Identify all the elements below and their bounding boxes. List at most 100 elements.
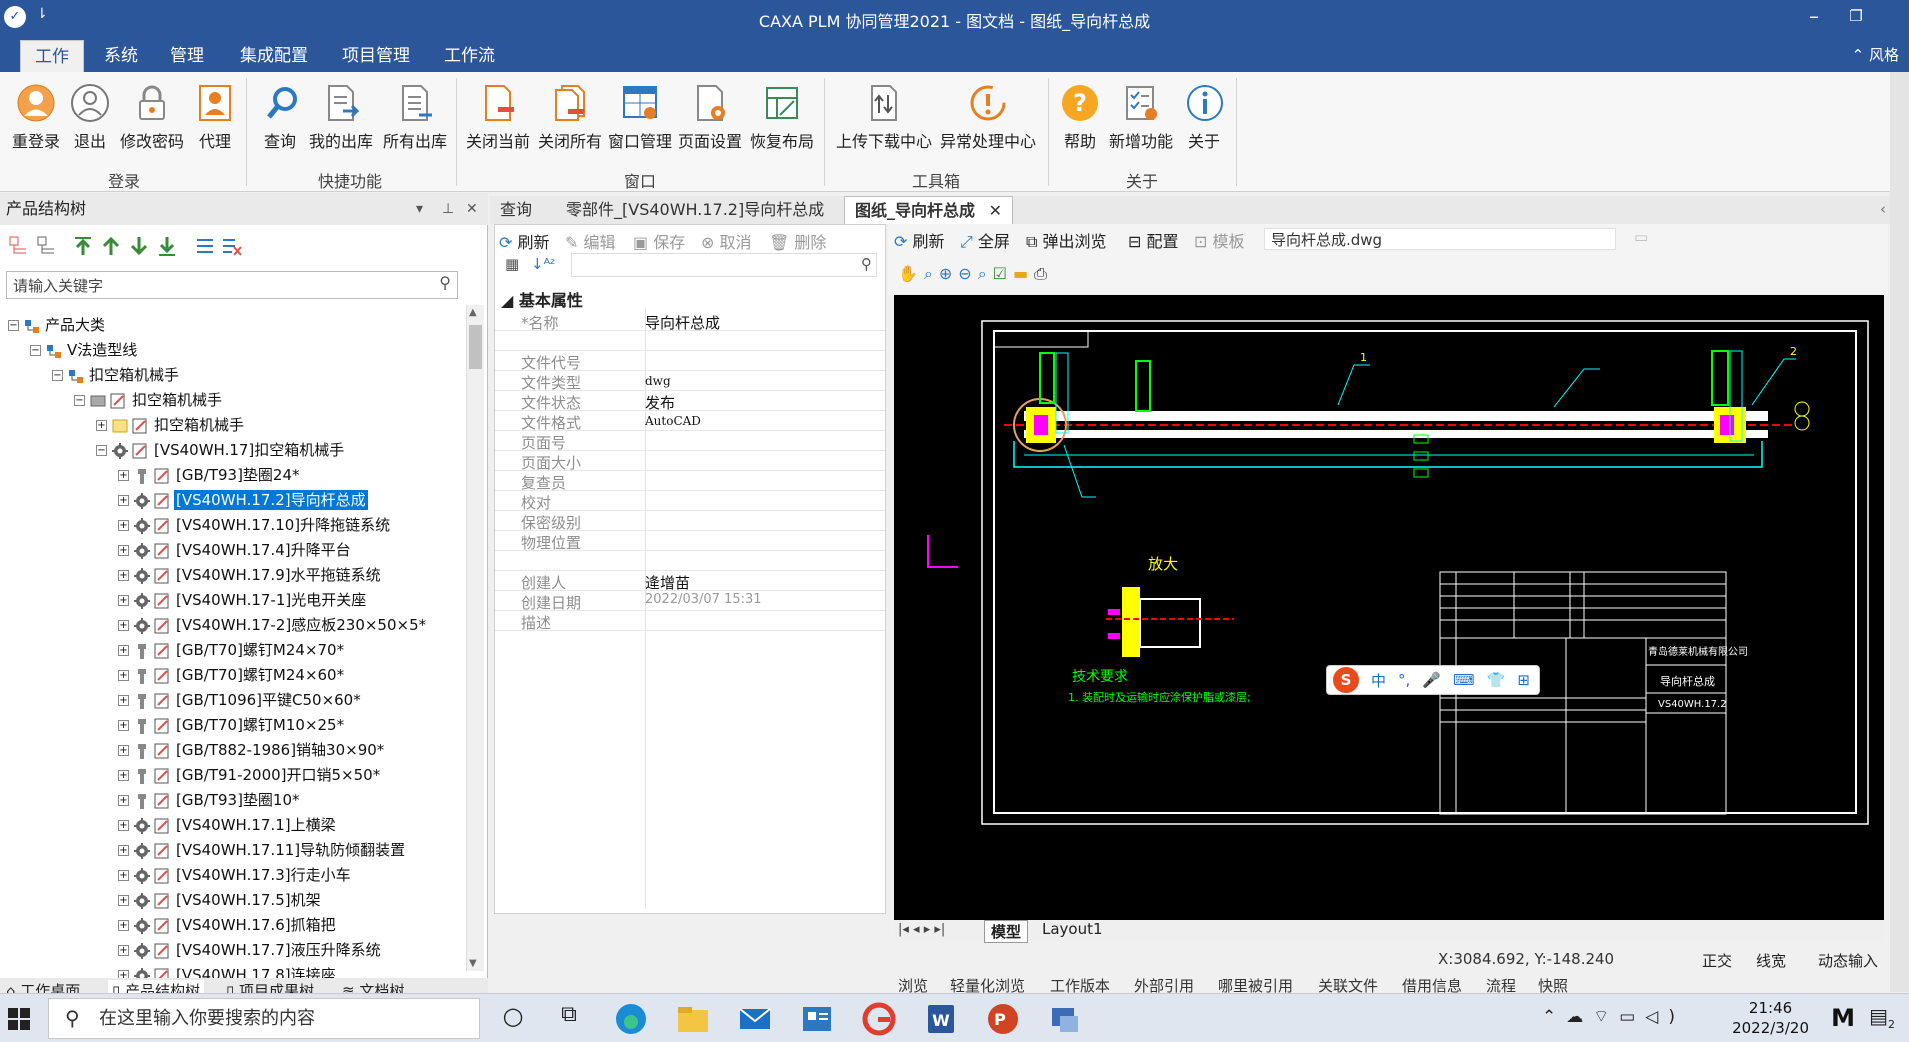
tree-scrollbar[interactable]: ▲ ▼ xyxy=(466,305,484,971)
tree-node[interactable]: + [VS40WH.17.11]导轨防倾翻装置 xyxy=(118,838,407,862)
close-icon[interactable]: ✕ xyxy=(466,193,478,225)
tree-expand-icon[interactable] xyxy=(8,235,30,257)
tab-project[interactable]: 项目管理 xyxy=(328,40,424,72)
tree-node[interactable]: − [VS40WH.17]扣空箱机械手 xyxy=(96,438,346,462)
my-checkout-button[interactable]: 我的出库 xyxy=(306,82,376,152)
property-row[interactable]: 创建人 逄增苗 xyxy=(495,571,885,592)
search-icon[interactable]: ⚲ xyxy=(439,273,451,292)
tree-node[interactable]: + [VS40WH.17-1]光电开关座 xyxy=(118,588,368,612)
property-row[interactable]: 文件代号 xyxy=(495,351,885,372)
measure-icon[interactable]: ▬ xyxy=(1013,264,1028,290)
pin-icon[interactable]: ⊥ xyxy=(442,193,454,225)
property-row[interactable]: 物理位置 xyxy=(495,531,885,552)
microphone-icon[interactable]: 🎤 xyxy=(1422,671,1441,689)
ime-punct-icon[interactable]: °, xyxy=(1398,671,1410,689)
expand-toggle-icon[interactable]: + xyxy=(118,795,129,806)
exception-center-button[interactable]: 异常处理中心 xyxy=(938,82,1038,152)
expand-toggle-icon[interactable]: + xyxy=(118,645,129,656)
edit-button[interactable]: ✎ 编辑 xyxy=(565,229,616,253)
property-row[interactable]: 复查员 xyxy=(495,471,885,492)
zoom-out-icon[interactable]: ⊖ xyxy=(958,264,971,290)
all-checkout-button[interactable]: 所有出库 xyxy=(380,82,450,152)
expand-toggle-icon[interactable]: + xyxy=(118,770,129,781)
tree-node[interactable]: + [VS40WH.17.4]升降平台 xyxy=(118,538,353,562)
property-row[interactable]: *名称 导向杆总成 xyxy=(495,311,885,332)
category-view-icon[interactable]: ▦ xyxy=(505,255,519,273)
tab-integration[interactable]: 集成配置 xyxy=(226,40,322,72)
delete-button[interactable]: 🗑 删除 xyxy=(769,229,826,253)
ime-chinese[interactable]: 中 xyxy=(1371,670,1386,691)
refresh-button[interactable]: ⟳ 刷新 xyxy=(499,229,550,253)
logout-button[interactable]: 退出 xyxy=(68,82,112,152)
property-row[interactable]: 页面号 xyxy=(495,431,885,452)
word-icon[interactable]: W xyxy=(924,1002,958,1036)
property-search-input[interactable]: ⚲ xyxy=(571,253,877,277)
about-button[interactable]: 关于 xyxy=(1184,82,1224,152)
tree-node[interactable]: − 扣空箱机械手 xyxy=(52,363,181,387)
tree-node[interactable]: − 扣空箱机械手 xyxy=(74,388,224,412)
move-bottom-icon[interactable] xyxy=(156,235,178,257)
collapse-icon[interactable]: ‹ xyxy=(1880,200,1886,218)
tree-node[interactable]: + [VS40WH.17.10]升降拖链系统 xyxy=(118,513,392,537)
caxa-icon[interactable] xyxy=(862,1002,896,1036)
expand-toggle-icon[interactable]: + xyxy=(96,420,107,431)
property-row[interactable] xyxy=(495,331,885,351)
expand-toggle-icon[interactable]: + xyxy=(118,545,129,556)
close-current-button[interactable]: 关闭当前 xyxy=(464,82,532,152)
expand-toggle-icon[interactable]: + xyxy=(118,945,129,956)
print-icon[interactable]: ⎙ xyxy=(1034,264,1047,290)
expand-toggle-icon[interactable]: − xyxy=(74,395,85,406)
restore-icon[interactable]: ❐ xyxy=(1836,7,1876,25)
tree-node[interactable]: + [GB/T70]螺钉M24×60* xyxy=(118,663,346,687)
windows-start-icon[interactable] xyxy=(8,1008,30,1030)
relogin-button[interactable]: 重登录 xyxy=(8,82,64,152)
tab-part[interactable]: 零部件_[VS40WH.17.2]导向杆总成 xyxy=(556,196,834,224)
expand-toggle-icon[interactable]: + xyxy=(118,670,129,681)
cancel-button[interactable]: ⊗ 取消 xyxy=(701,229,752,253)
move-down-icon[interactable] xyxy=(128,235,150,257)
tree-node[interactable]: + [GB/T70]螺钉M10×25* xyxy=(118,713,346,737)
move-top-icon[interactable] xyxy=(72,235,94,257)
tree-node[interactable]: + 扣空箱机械手 xyxy=(96,413,246,437)
edge-icon[interactable] xyxy=(614,1002,648,1036)
expand-toggle-icon[interactable]: + xyxy=(118,470,129,481)
zoom-window-icon[interactable]: ⌕ xyxy=(978,264,987,290)
tree-collapse-icon[interactable] xyxy=(36,235,58,257)
clock[interactable]: 21:46 2022/3/20 xyxy=(1732,998,1809,1038)
expand-toggle-icon[interactable]: + xyxy=(118,495,129,506)
expand-toggle-icon[interactable]: − xyxy=(52,370,63,381)
style-menu[interactable]: ⌃ 风格 xyxy=(1852,44,1899,65)
expand-toggle-icon[interactable]: − xyxy=(30,345,41,356)
property-row[interactable]: 保密级别 xyxy=(495,511,885,532)
search-icon[interactable]: ⚲ xyxy=(861,255,872,273)
powerpoint-icon[interactable]: P xyxy=(986,1002,1020,1036)
tree-search-input[interactable]: 请输入关键字 ⚲ xyxy=(6,271,458,299)
tree-node[interactable]: + [GB/T70]螺钉M24×70* xyxy=(118,638,346,662)
tree-node[interactable]: + [GB/T93]垫圈24* xyxy=(118,463,302,487)
close-tab-icon[interactable]: ✕ xyxy=(989,201,1002,220)
expand-toggle-icon[interactable]: + xyxy=(118,820,129,831)
tree-node[interactable]: + [VS40WH.17.5]机架 xyxy=(118,888,323,912)
ime-taskbar-icon[interactable]: M xyxy=(1831,1004,1855,1032)
scroll-up-icon[interactable]: ▲ xyxy=(469,307,477,318)
expand-toggle-icon[interactable]: + xyxy=(118,695,129,706)
check-icon[interactable]: ☑ xyxy=(993,264,1007,290)
skin-icon[interactable]: 👕 xyxy=(1487,671,1506,689)
expand-toggle-icon[interactable]: + xyxy=(118,570,129,581)
tree-node[interactable]: + [VS40WH.17.2]导向杆总成 xyxy=(118,488,369,512)
section-basic-props[interactable]: ◢ 基本属性 xyxy=(501,287,583,311)
pan-icon[interactable]: ✋ xyxy=(898,264,918,290)
window-manage-button[interactable]: 窗口管理 xyxy=(606,82,674,152)
scroll-down-icon[interactable]: ▼ xyxy=(469,958,477,969)
tree-node[interactable]: + [GB/T91-2000]开口销5×50* xyxy=(118,763,382,787)
property-row[interactable] xyxy=(495,551,885,571)
mail-icon[interactable] xyxy=(738,1002,772,1036)
keyboard-icon[interactable]: ⌨ xyxy=(1453,671,1475,689)
dropdown-icon[interactable]: ▾ xyxy=(416,193,423,225)
clear-list-icon[interactable] xyxy=(220,235,242,257)
tree-node[interactable]: + [GB/T1096]平键C50×60* xyxy=(118,688,363,712)
tab-manage[interactable]: 管理 xyxy=(156,40,218,72)
ime-toolbar[interactable]: S 中 °, 🎤 ⌨ 👕 ⊞ xyxy=(1326,665,1540,695)
tree-node[interactable]: + [VS40WH.17.1]上横梁 xyxy=(118,813,338,837)
popup-view-button[interactable]: ⧉ 弹出浏览 xyxy=(1026,228,1107,252)
